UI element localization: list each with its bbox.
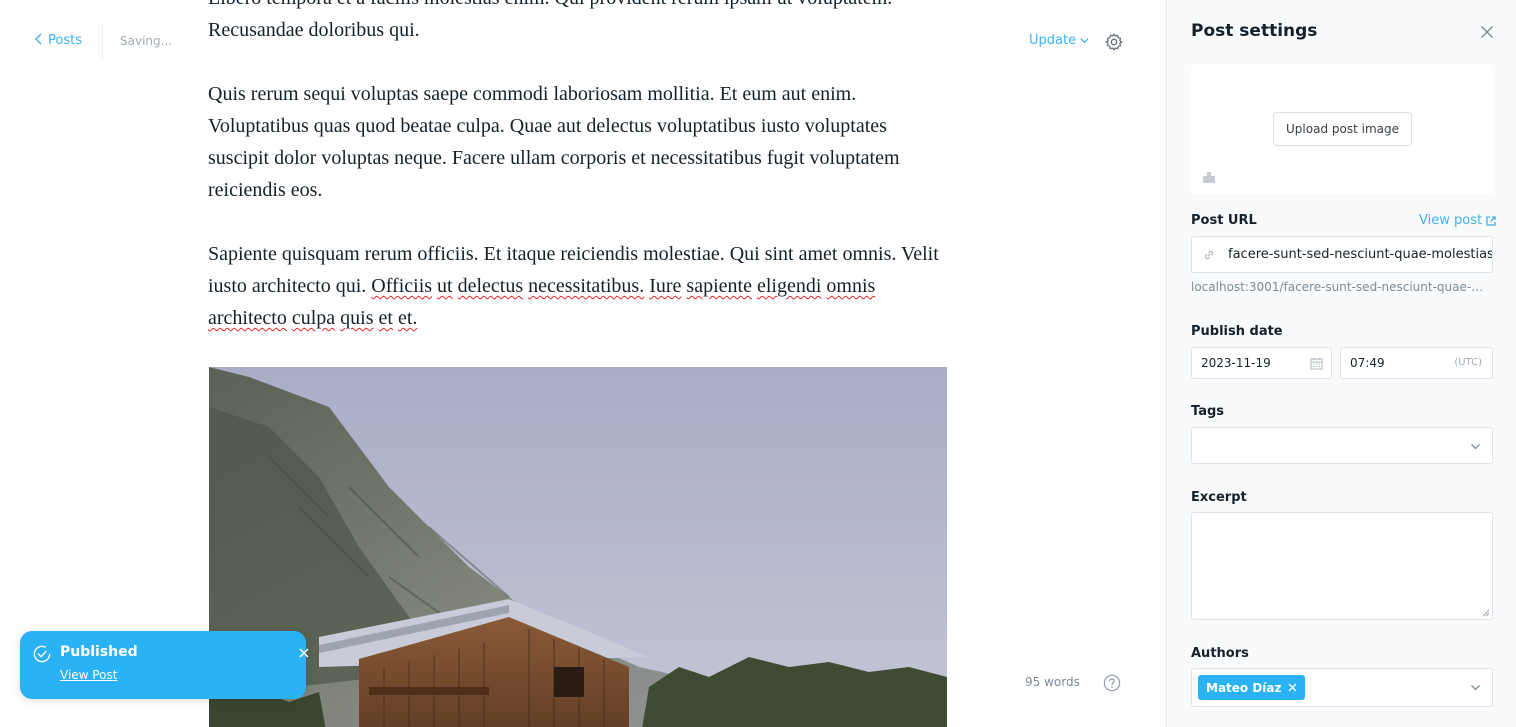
upload-post-image-button[interactable]: Upload post image	[1273, 112, 1412, 146]
misspelled-word: et.	[397, 307, 418, 329]
post-url-label: Post URL	[1191, 213, 1257, 228]
remove-icon[interactable]	[1288, 683, 1297, 692]
external-link-icon	[1486, 215, 1496, 226]
word-count: 95 words	[1025, 675, 1080, 689]
misspelled-word: eligendi	[756, 275, 822, 297]
post-url-input[interactable]: facere-sunt-sed-nesciunt-quae-molestias	[1191, 236, 1493, 273]
help-icon[interactable]	[1103, 674, 1121, 692]
misspelled-word: et	[378, 307, 393, 329]
check-circle-icon	[33, 645, 51, 663]
editor-toolbar: Posts Saving... Update	[0, 0, 1166, 84]
paragraph[interactable]: Sapiente quisquam rerum officiis. Et ita…	[208, 238, 953, 334]
chevron-down-icon	[1080, 38, 1089, 44]
close-icon[interactable]	[298, 647, 310, 659]
post-url-preview: localhost:3001/facere-sunt-sed-nesciunt-…	[1191, 280, 1493, 294]
post-settings-panel: Post settings Upload post image Post URL…	[1166, 0, 1516, 727]
view-post-link[interactable]: View post	[1419, 213, 1496, 228]
misspelled-word: quis	[340, 307, 374, 329]
misspelled-word: sapiente	[686, 275, 752, 297]
authors-label: Authors	[1191, 646, 1249, 661]
close-icon[interactable]	[1480, 25, 1494, 39]
view-post-label: View post	[1419, 213, 1483, 228]
publish-date-input[interactable]: 2023-11-19	[1191, 347, 1332, 379]
save-status: Saving...	[120, 34, 173, 48]
post-url-value: facere-sunt-sed-nesciunt-quae-molestias	[1228, 247, 1493, 262]
cabin-photo	[209, 367, 947, 727]
resize-handle-icon[interactable]	[1481, 608, 1490, 617]
excerpt-textarea[interactable]	[1191, 512, 1493, 620]
publish-date-label: Publish date	[1191, 324, 1283, 339]
misspelled-word: architecto	[208, 307, 287, 329]
chevron-down-icon	[1471, 685, 1480, 691]
tags-select[interactable]	[1191, 427, 1493, 464]
published-toast: Published View Post	[20, 631, 309, 699]
author-token[interactable]: Mateo Díaz	[1198, 675, 1305, 700]
toolbar-divider	[102, 24, 103, 60]
post-image[interactable]	[209, 367, 947, 727]
misspelled-word: Officiis	[371, 275, 433, 297]
back-to-posts-link[interactable]: Posts	[34, 33, 82, 48]
author-name: Mateo Díaz	[1206, 680, 1282, 695]
misspelled-word: Iure	[649, 275, 682, 297]
misspelled-word: ut	[437, 275, 453, 297]
chevron-down-icon	[1471, 444, 1480, 450]
update-button[interactable]: Update	[1029, 33, 1089, 48]
post-image-upload-area[interactable]: Upload post image	[1191, 64, 1493, 194]
toast-view-post-link[interactable]: View Post	[60, 668, 117, 682]
link-icon	[1204, 250, 1214, 260]
publish-time-value: 07:49	[1350, 356, 1385, 370]
misspelled-word: delectus	[457, 275, 524, 297]
panel-title: Post settings	[1191, 21, 1318, 41]
publish-time-input[interactable]: 07:49 (UTC)	[1340, 347, 1493, 379]
misspelled-word: necessitatibus.	[528, 275, 645, 297]
paragraph[interactable]: Quis rerum sequi voluptas saepe commodi …	[208, 78, 953, 206]
timezone-label: (UTC)	[1454, 357, 1482, 368]
update-label: Update	[1029, 33, 1077, 48]
tags-label: Tags	[1191, 404, 1225, 419]
misspelled-word: culpa	[291, 307, 336, 329]
publish-date-value: 2023-11-19	[1201, 356, 1271, 370]
toast-title: Published	[60, 644, 138, 660]
back-label: Posts	[48, 33, 82, 48]
chevron-left-icon	[34, 33, 42, 48]
misspelled-word: omnis	[826, 275, 876, 297]
authors-select[interactable]: Mateo Díaz	[1191, 668, 1493, 707]
editor-area: Libero tempora et a facilis molestias en…	[0, 0, 1166, 727]
excerpt-label: Excerpt	[1191, 490, 1247, 505]
gear-icon[interactable]	[1104, 32, 1124, 52]
image-icon	[1203, 172, 1215, 183]
calendar-icon[interactable]	[1310, 357, 1323, 370]
